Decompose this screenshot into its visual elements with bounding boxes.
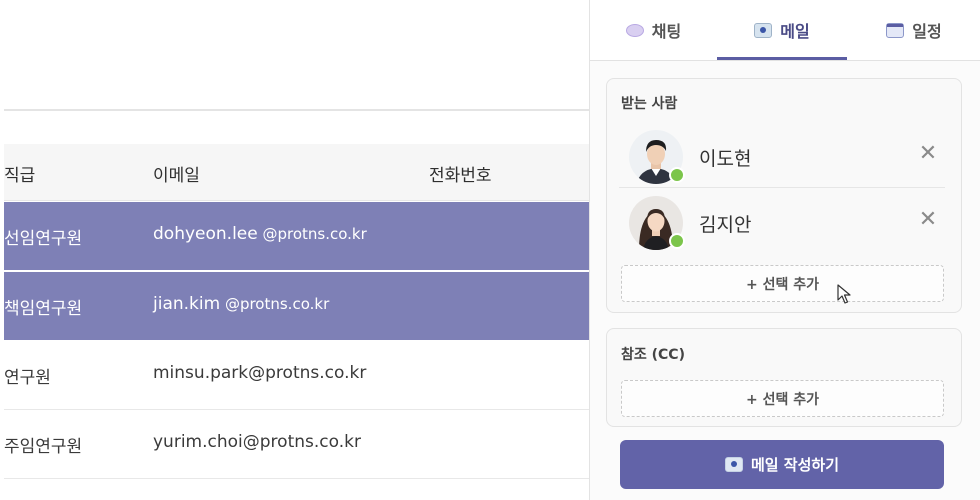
table-header: 직급 이메일 전화번호 <box>4 144 589 201</box>
rank-cell: 주임연구원 <box>4 437 83 457</box>
tab-label: 채팅 <box>651 22 682 41</box>
table-row[interactable]: 책임연구원 jian.kim @protns.co.kr <box>4 272 589 340</box>
contact-table-area: 직급 이메일 전화번호 선임연구원 dohyeon.lee @protns.co… <box>0 0 589 500</box>
table-row[interactable]: 연구원 minsu.park@protns.co.kr <box>4 341 589 410</box>
online-status-indicator <box>669 167 685 183</box>
online-status-indicator <box>669 233 685 249</box>
email-cell: yurim.choi@protns.co.kr <box>153 432 361 452</box>
mouse-cursor-icon <box>837 284 851 304</box>
mail-icon <box>754 22 773 38</box>
cc-section: 참조 (CC) + 선택 추가 <box>606 328 962 427</box>
rank-cell: 선임연구원 <box>4 229 83 249</box>
rank-cell: 연구원 <box>4 368 51 388</box>
panel-tabs: 채팅 메일 일정 <box>590 0 980 61</box>
chat-icon <box>625 23 644 37</box>
remove-recipient-button[interactable]: ✕ <box>915 207 941 233</box>
calendar-icon <box>886 22 905 38</box>
compose-mail-button[interactable]: 메일 작성하기 <box>620 440 944 489</box>
header-email: 이메일 <box>153 166 200 186</box>
header-rank: 직급 <box>4 166 36 186</box>
remove-recipient-button[interactable]: ✕ <box>915 141 941 167</box>
compose-label: 메일 작성하기 <box>750 456 840 474</box>
add-recipient-button[interactable]: + 선택 추가 <box>621 265 944 302</box>
email-cell: dohyeon.lee @protns.co.kr <box>153 224 367 244</box>
header-phone: 전화번호 <box>429 166 492 186</box>
mail-icon <box>724 457 743 472</box>
divider <box>619 187 945 188</box>
table-row[interactable]: 선임연구원 dohyeon.lee @protns.co.kr <box>4 202 589 270</box>
recipients-section: 받는 사람 이도현 ✕ 김지안 ✕ + 선택 추가 <box>606 78 962 313</box>
email-cell: jian.kim @protns.co.kr <box>153 294 330 314</box>
table-row[interactable]: 주임연구원 yurim.choi@protns.co.kr <box>4 410 589 479</box>
divider <box>4 109 589 111</box>
recipient-name: 이도현 <box>699 148 752 170</box>
add-cc-button[interactable]: + 선택 추가 <box>621 380 944 417</box>
active-tab-indicator <box>717 57 847 60</box>
tab-label: 일정 <box>912 22 942 41</box>
email-cell: minsu.park@protns.co.kr <box>153 363 367 383</box>
side-panel: 채팅 메일 일정 받는 사람 이도현 ✕ 김지안 ✕ + 선택 추가 참조 (C… <box>589 0 980 500</box>
cc-title: 참조 (CC) <box>621 347 685 363</box>
recipients-title: 받는 사람 <box>621 96 678 112</box>
tab-label: 메일 <box>780 22 810 41</box>
tab-chat[interactable]: 채팅 <box>590 0 717 60</box>
rank-cell: 책임연구원 <box>4 299 83 319</box>
recipient-item: 김지안 ✕ <box>619 193 945 253</box>
tab-schedule[interactable]: 일정 <box>847 0 980 60</box>
recipient-name: 김지안 <box>699 214 752 236</box>
tab-mail[interactable]: 메일 <box>717 0 847 60</box>
recipient-item: 이도현 ✕ <box>619 127 945 187</box>
